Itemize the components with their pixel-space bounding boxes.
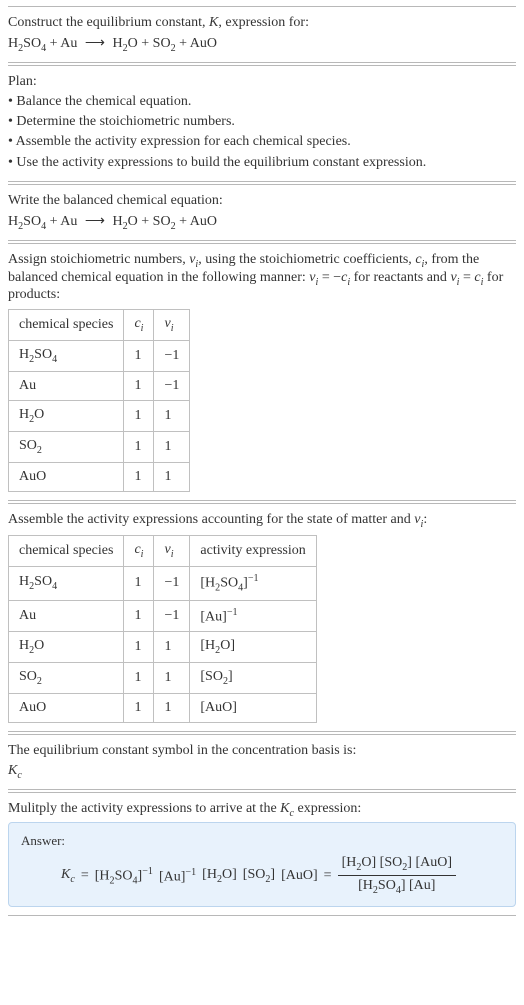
stoich-table: chemical species ci νi H2SO4 1 −1 Au 1 −… [8, 309, 190, 491]
col-activity: activity expression [190, 536, 316, 567]
table-row: H2O 1 1 [9, 400, 190, 431]
activity-intro: Assemble the activity expressions accoun… [8, 512, 516, 530]
activity-table: chemical species ci νi activity expressi… [8, 535, 317, 723]
col-nu: νi [154, 310, 190, 341]
answer-fraction: [H2O] [SO2] [AuO] [H2SO4] [Au] [338, 855, 456, 896]
bullet: • Balance the chemical equation. [8, 92, 516, 112]
table-row: AuO 1 1 [AuO] [9, 693, 317, 722]
balanced-title: Write the balanced chemical equation: [8, 193, 516, 209]
table-header-row: chemical species ci νi [9, 310, 190, 341]
multiply-section: Mulitply the activity expressions to arr… [8, 792, 516, 917]
unbalanced-equation: H2SO4 + Au ⟶ H2O + SO2 + AuO [8, 35, 516, 54]
intro-a: Construct the equilibrium constant, [8, 15, 209, 30]
table-header-row: chemical species ci νi activity expressi… [9, 536, 317, 567]
bullet: • Assemble the activity expression for e… [8, 132, 516, 152]
sp-auo: AuO [190, 36, 217, 51]
reaction-arrow-icon: ⟶ [81, 213, 109, 230]
table-row: Au 1 −1 [9, 371, 190, 400]
plan-title: Plan: [8, 74, 516, 90]
col-nu: νi [154, 536, 190, 567]
plan-bullets: • Balance the chemical equation. • Deter… [8, 92, 516, 173]
sp-so2: SO2 [153, 36, 176, 51]
answer-box: Answer: Kc = [H2SO4]−1 [Au]−1 [H2O] [SO2… [8, 822, 516, 907]
plan-section: Plan: • Balance the chemical equation. •… [8, 65, 516, 182]
answer-expression: Kc = [H2SO4]−1 [Au]−1 [H2O] [SO2] [AuO] … [21, 855, 503, 896]
multiply-text: Mulitply the activity expressions to arr… [8, 801, 516, 819]
answer-label: Answer: [21, 833, 503, 849]
stoich-section: Assign stoichiometric numbers, νi, using… [8, 243, 516, 501]
kc-symbol-text: The equilibrium constant symbol in the c… [8, 743, 516, 759]
col-species: chemical species [9, 536, 124, 567]
bullet: • Use the activity expressions to build … [8, 153, 516, 173]
intro-section: Construct the equilibrium constant, K, e… [8, 6, 516, 63]
col-species: chemical species [9, 310, 124, 341]
col-ci: ci [124, 310, 154, 341]
table-row: Au 1 −1 [Au]−1 [9, 600, 317, 632]
table-row: SO2 1 1 [9, 431, 190, 462]
balanced-equation: H2SO4 + Au ⟶ H2O + SO2 + AuO [8, 213, 516, 232]
col-ci: ci [124, 536, 154, 567]
stoich-intro: Assign stoichiometric numbers, νi, using… [8, 252, 516, 304]
sp-h2o: H2O [112, 36, 137, 51]
table-row: SO2 1 1 [SO2] [9, 663, 317, 694]
bullet: • Determine the stoichiometric numbers. [8, 112, 516, 132]
sp-h2so4: H2SO4 [8, 36, 46, 51]
table-row: H2SO4 1 −1 [9, 341, 190, 372]
activity-section: Assemble the activity expressions accoun… [8, 503, 516, 732]
table-row: H2O 1 1 [H2O] [9, 632, 317, 663]
sp-au: Au [60, 36, 77, 51]
table-row: AuO 1 1 [9, 462, 190, 491]
reaction-arrow-icon: ⟶ [81, 35, 109, 52]
kc-symbol: Kc [8, 763, 516, 781]
balanced-section: Write the balanced chemical equation: H2… [8, 184, 516, 241]
table-row: H2SO4 1 −1 [H2SO4]−1 [9, 567, 317, 600]
intro-b: , expression for: [218, 15, 309, 30]
intro-text: Construct the equilibrium constant, K, e… [8, 15, 516, 31]
kc-symbol-section: The equilibrium constant symbol in the c… [8, 734, 516, 790]
k-symbol: K [209, 15, 218, 30]
